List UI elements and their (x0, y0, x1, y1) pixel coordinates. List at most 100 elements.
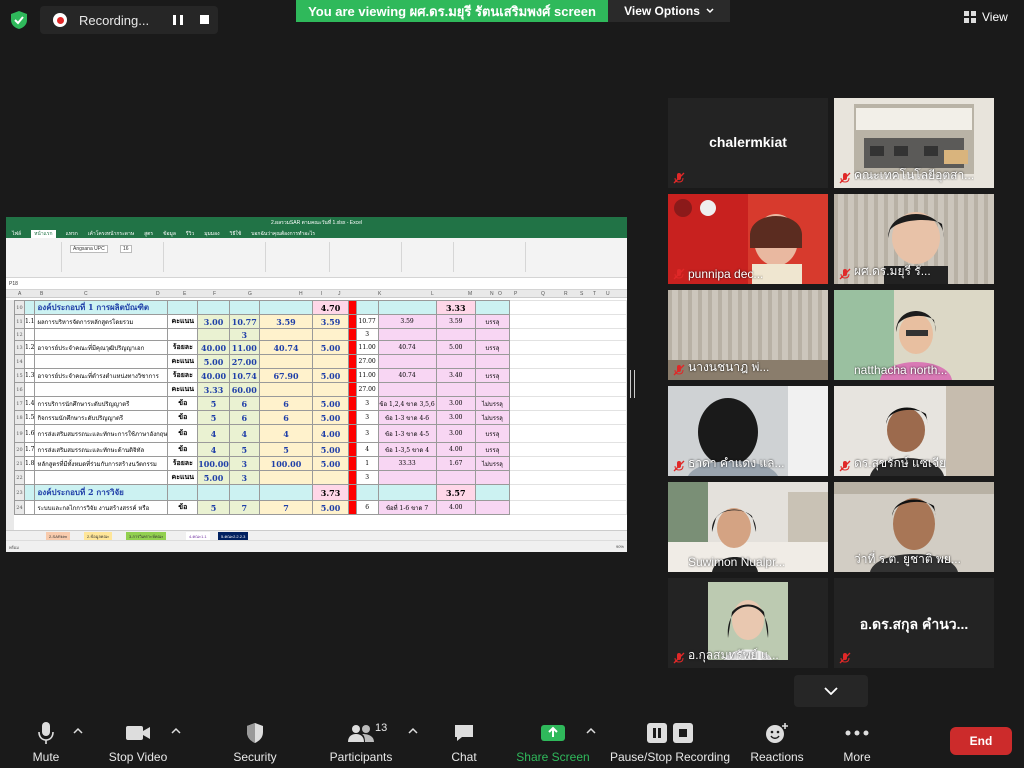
ribbon-tab[interactable]: มุมมอง (204, 230, 219, 238)
cell-e[interactable]: 5 (197, 410, 230, 425)
cell-label[interactable]: หลักสูตรที่มีทั้งหมดที่ร่วมกับการสร้างนว… (34, 456, 169, 471)
cell-f[interactable]: 10.77 (228, 314, 260, 329)
cell-k[interactable] (377, 382, 437, 397)
cell-m[interactable]: บรรลุ (475, 368, 510, 383)
cell-m[interactable]: บรรลุ (475, 424, 510, 443)
cell-label[interactable]: กิจกรรมนักศึกษาระดับปริญญาตรี (34, 410, 169, 425)
cell-l[interactable]: 4.00 (435, 442, 477, 457)
stop-video-button[interactable]: Stop Video (106, 712, 170, 768)
cell-num[interactable]: 13 (14, 340, 25, 355)
sheet-row[interactable]: 11 1.1 ผลการบริหารจัดการหลักสูตรโดยรวม คะแน… (14, 314, 627, 329)
sheet-tab[interactable]: 2-SARkim (46, 532, 71, 540)
column-letter[interactable]: O (498, 291, 502, 297)
cell-l[interactable]: 3.40 (435, 368, 477, 383)
participant-tile[interactable]: natthacha north... (834, 290, 994, 380)
cell-d[interactable]: ข้อ (167, 442, 199, 457)
cell-idx[interactable]: 1.7 (23, 442, 36, 457)
cell-g[interactable] (258, 484, 314, 501)
cell-k[interactable]: ข้อ 1-3 ขาด 4-5 (377, 424, 437, 443)
cell-num[interactable]: 16 (14, 382, 25, 397)
cell-i[interactable] (347, 354, 357, 369)
security-button[interactable]: Security (228, 712, 282, 768)
sheet-row[interactable]: 10 องค์ประกอบที่ 1 การผลิตบัณฑิต 4.70 3.33 (14, 300, 627, 315)
cell-label[interactable]: การบริการนักศึกษาระดับปริญญาตรี (34, 396, 169, 411)
cell-idx[interactable] (23, 328, 36, 341)
cell-f[interactable]: 11.00 (228, 340, 260, 355)
cell-idx[interactable]: 1.8 (23, 456, 36, 471)
cell-e[interactable]: 4 (197, 442, 230, 457)
cell-g[interactable]: 6 (258, 410, 314, 425)
column-letter[interactable]: Q (541, 291, 545, 297)
chat-button[interactable]: Chat (444, 712, 484, 768)
cell-h[interactable] (312, 382, 349, 397)
cell-num[interactable]: 15 (14, 368, 25, 383)
participants-options-caret-icon[interactable] (408, 726, 418, 736)
cell-i[interactable] (347, 500, 357, 515)
cell-k[interactable]: 40.74 (377, 340, 437, 355)
sheet-tab-active[interactable]: 4-คณะ1.1 (186, 532, 210, 540)
cell-idx[interactable]: 1.1 (23, 314, 36, 329)
cell-idx[interactable] (23, 354, 36, 369)
cell-num[interactable]: 14 (14, 354, 25, 369)
cell-num[interactable]: 11 (14, 314, 25, 329)
cell-h[interactable]: 5.00 (312, 396, 349, 411)
sheet-row[interactable]: 24 ระบบและกลไกการวิจัย งานสร้างสรรค์ หรือ… (14, 500, 627, 515)
cell-e[interactable]: 100.00 (197, 456, 230, 471)
cell-j[interactable]: 6 (355, 500, 379, 515)
cell-j[interactable] (355, 300, 379, 315)
cell-l[interactable] (435, 354, 477, 369)
cell-e[interactable]: 40.00 (197, 368, 230, 383)
pause-stop-recording-button[interactable]: Pause/Stop Recording (608, 712, 732, 768)
cell-blank[interactable] (508, 340, 627, 355)
cell-l[interactable]: 3.59 (435, 314, 477, 329)
cell-label[interactable]: องค์ประกอบที่ 1 การผลิตบัณฑิต (34, 300, 169, 315)
cell-blank[interactable] (508, 382, 627, 397)
cell-label[interactable]: การส่งเสริมสมรรถนะและทักษะการใช้ภาษาอังก… (34, 424, 169, 443)
cell-e[interactable] (197, 328, 230, 341)
ribbon-tab[interactable]: สูตร (144, 230, 153, 238)
cell-g[interactable] (258, 470, 314, 485)
cell-f[interactable]: 60.00 (228, 382, 260, 397)
participant-tile[interactable]: chalermkiat (668, 98, 828, 188)
cell-num[interactable]: 19 (14, 424, 25, 443)
cell-num[interactable]: 17 (14, 396, 25, 411)
spreadsheet-grid[interactable]: 10 องค์ประกอบที่ 1 การผลิตบัณฑิต 4.70 3.33 1… (6, 300, 627, 530)
cell-d[interactable]: ข้อ (167, 424, 199, 443)
editing-group[interactable] (456, 242, 526, 272)
cell-l[interactable] (435, 328, 477, 341)
cell-m[interactable] (475, 354, 510, 369)
cell-num[interactable]: 12 (14, 328, 25, 341)
cell-m[interactable] (475, 500, 510, 515)
sheet-row[interactable]: 22 คะแนน 5.00 3 3 (14, 470, 627, 485)
cell-i[interactable] (347, 340, 357, 355)
zoom-level[interactable]: 90% (616, 544, 624, 549)
cell-d[interactable]: คะแนน (167, 314, 199, 329)
ribbon-tab[interactable]: หน้าแรก (31, 229, 56, 238)
cell-l[interactable]: 3.00 (435, 410, 477, 425)
cell-f[interactable]: 5 (228, 442, 260, 457)
clipboard-group[interactable] (8, 242, 62, 272)
cell-blank[interactable] (508, 368, 627, 383)
ribbon-tab[interactable]: เค้าโครงหน้ากระดาษ (88, 230, 134, 238)
cell-l[interactable]: 1.67 (435, 456, 477, 471)
column-letter[interactable]: L (431, 291, 434, 297)
cell-e[interactable]: 40.00 (197, 340, 230, 355)
column-letter[interactable]: R (564, 291, 568, 297)
column-letter[interactable]: K (378, 291, 381, 297)
sheet-tab[interactable]: 5-คณะ2.2.2.3 (218, 532, 249, 540)
cell-num[interactable]: 18 (14, 410, 25, 425)
cell-e[interactable]: 4 (197, 424, 230, 443)
more-button[interactable]: More (838, 712, 876, 768)
cell-m[interactable] (475, 484, 510, 501)
cell-m[interactable]: ไม่บรรลุ (475, 396, 510, 411)
cell-idx[interactable]: 1.2 (23, 340, 36, 355)
cell-d[interactable]: ร้อยละ (167, 456, 199, 471)
cell-f[interactable]: 6 (228, 410, 260, 425)
cell-d[interactable]: ข้อ (167, 410, 199, 425)
cell-label[interactable]: การส่งเสริมสมรรถนะและทักษะด้านดิจิทัล (34, 442, 169, 457)
cell-d[interactable]: ร้อยละ (167, 340, 199, 355)
cell-m[interactable] (475, 328, 510, 341)
view-options-button[interactable]: View Options (608, 0, 730, 22)
cell-g[interactable]: 5 (258, 442, 314, 457)
cell-e[interactable]: 3.33 (197, 382, 230, 397)
